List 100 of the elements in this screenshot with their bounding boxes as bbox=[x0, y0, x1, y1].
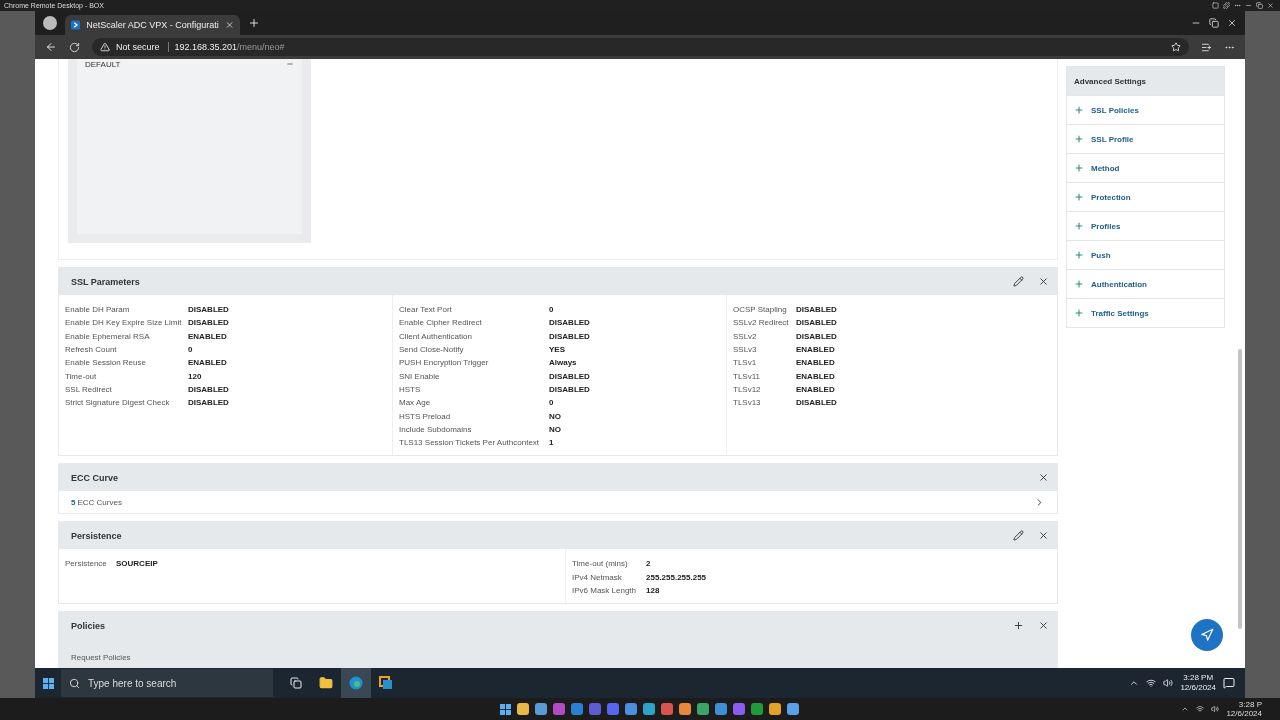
settings-item[interactable]: Profiles bbox=[1067, 211, 1224, 240]
reload-icon[interactable] bbox=[69, 41, 80, 53]
settings-item[interactable]: Method bbox=[1067, 153, 1224, 182]
app-icon[interactable] bbox=[661, 703, 674, 715]
field-value: 2 bbox=[646, 559, 652, 569]
field-label: Max Age bbox=[399, 398, 432, 408]
volume-icon[interactable] bbox=[1211, 705, 1220, 713]
browser-tab[interactable]: NetScaler ADC VPX - Configurati bbox=[65, 15, 240, 35]
app-icon[interactable] bbox=[679, 703, 692, 715]
field-label: Clear Text Port bbox=[399, 305, 453, 315]
field-label: SNI Enable bbox=[399, 371, 441, 381]
list-item[interactable]: DEFAULT bbox=[85, 59, 121, 69]
windows-logo-icon bbox=[42, 677, 54, 689]
url-path: /menu/neo# bbox=[237, 42, 285, 52]
close-icon[interactable] bbox=[1267, 2, 1274, 9]
back-icon[interactable] bbox=[45, 41, 57, 53]
chevron-up-icon[interactable] bbox=[1129, 678, 1140, 688]
settings-item[interactable]: Protection bbox=[1067, 182, 1224, 211]
app-icon[interactable] bbox=[787, 703, 800, 715]
pencil-icon bbox=[1013, 530, 1024, 542]
field-label: Time-out (mins) bbox=[572, 559, 629, 569]
app-icon[interactable] bbox=[517, 703, 530, 715]
field-label: Refresh Count bbox=[65, 345, 118, 355]
field-label: Enable DH Key Expire Size Limit bbox=[65, 318, 183, 328]
settings-item[interactable]: Traffic Settings bbox=[1067, 298, 1224, 327]
settings-item[interactable]: Push bbox=[1067, 240, 1224, 269]
field-label: HSTS Preload bbox=[399, 411, 452, 421]
field-label: TLSv13 bbox=[733, 398, 762, 408]
restore-icon[interactable] bbox=[1209, 18, 1219, 28]
settings-item[interactable]: Authentication bbox=[1067, 269, 1224, 298]
plus-icon bbox=[1074, 192, 1084, 202]
star-icon[interactable] bbox=[1171, 42, 1181, 52]
close-icon[interactable] bbox=[1227, 18, 1237, 28]
field-value: NO bbox=[549, 424, 562, 434]
warning-icon bbox=[100, 42, 110, 52]
navigation-button[interactable] bbox=[1191, 619, 1223, 651]
field-value: DISABLED bbox=[188, 305, 230, 315]
field-value: ENABLED bbox=[796, 371, 836, 381]
notification-icon[interactable] bbox=[1223, 677, 1235, 689]
new-tab-icon[interactable] bbox=[248, 17, 260, 29]
field-value: ENABLED bbox=[796, 384, 836, 394]
plus-icon bbox=[1074, 279, 1084, 289]
volume-icon[interactable] bbox=[1163, 678, 1174, 688]
browser-button[interactable] bbox=[341, 668, 371, 698]
field-value: DISABLED bbox=[188, 384, 230, 394]
field-value: 0 bbox=[188, 345, 194, 355]
app-icon[interactable] bbox=[571, 703, 584, 715]
clock[interactable]: 3:28 PM 12/6/2024 bbox=[1180, 673, 1216, 693]
settings-item[interactable]: SSL Profile bbox=[1067, 124, 1224, 153]
clock[interactable]: 3:28 P 12/6/2024 bbox=[1226, 700, 1262, 718]
plus-icon bbox=[1074, 105, 1084, 115]
tab-close-icon[interactable] bbox=[224, 20, 234, 30]
profile-avatar[interactable] bbox=[43, 16, 57, 30]
field-label: Client Authentication bbox=[399, 331, 473, 341]
field-label: Enable Cipher Redirect bbox=[399, 318, 483, 328]
task-view-icon bbox=[290, 677, 302, 689]
close-button[interactable] bbox=[1038, 276, 1049, 287]
app-icon[interactable] bbox=[751, 703, 764, 715]
restore-icon[interactable] bbox=[1256, 2, 1263, 9]
app-icon[interactable] bbox=[643, 703, 656, 715]
plus-icon bbox=[1074, 308, 1084, 318]
network-icon[interactable] bbox=[1146, 678, 1157, 688]
app-icon[interactable] bbox=[715, 703, 728, 715]
section-title: ECC Curve bbox=[71, 472, 119, 483]
minimize-icon[interactable] bbox=[1245, 2, 1252, 9]
app-icon[interactable] bbox=[535, 703, 548, 715]
add-button[interactable] bbox=[1013, 620, 1024, 632]
field-label: Strict Signature Digest Check bbox=[65, 398, 171, 408]
field-value: 1 bbox=[549, 438, 555, 448]
field-value: DISABLED bbox=[549, 318, 591, 328]
settings-item[interactable]: SSL Policies bbox=[1067, 95, 1224, 124]
section-title: SSL Parameters bbox=[71, 276, 141, 287]
close-button[interactable] bbox=[1038, 620, 1049, 632]
edit-button[interactable] bbox=[1013, 530, 1024, 542]
field-value: 0 bbox=[549, 305, 555, 315]
window-icon[interactable] bbox=[1212, 2, 1219, 9]
scrollbar[interactable] bbox=[1238, 349, 1242, 629]
field-label: Include Subdomains bbox=[399, 424, 473, 434]
edit-button[interactable] bbox=[1013, 276, 1024, 287]
search-field[interactable]: Type here to search bbox=[61, 669, 273, 697]
field-value: SOURCEIP bbox=[116, 559, 159, 569]
address-bar[interactable]: Not secure 192.168.35.201/menu/neo# bbox=[92, 38, 1189, 56]
app-icon[interactable] bbox=[553, 703, 566, 715]
field-value: 120 bbox=[188, 371, 203, 381]
field-label: IPv6 Mask Length bbox=[572, 586, 638, 595]
app-icon[interactable] bbox=[697, 703, 710, 715]
field-value: DISABLED bbox=[549, 384, 591, 394]
field-label: PUSH Encryption Trigger bbox=[399, 358, 490, 368]
ecc-curves-link[interactable]: 5 ECC Curves bbox=[59, 491, 1057, 514]
app-icon[interactable] bbox=[769, 703, 782, 715]
field-label: Enable Ephemeral RSA bbox=[65, 331, 151, 341]
plus-icon bbox=[1013, 620, 1024, 632]
app-icon[interactable] bbox=[733, 703, 746, 715]
extension-icon[interactable] bbox=[1223, 2, 1230, 9]
app-icon[interactable] bbox=[625, 703, 638, 715]
network-icon[interactable] bbox=[1196, 705, 1205, 713]
close-button[interactable] bbox=[1038, 472, 1049, 484]
close-button[interactable] bbox=[1038, 530, 1049, 542]
pencil-icon bbox=[1013, 276, 1024, 287]
chevron-up-icon[interactable] bbox=[1181, 705, 1190, 713]
